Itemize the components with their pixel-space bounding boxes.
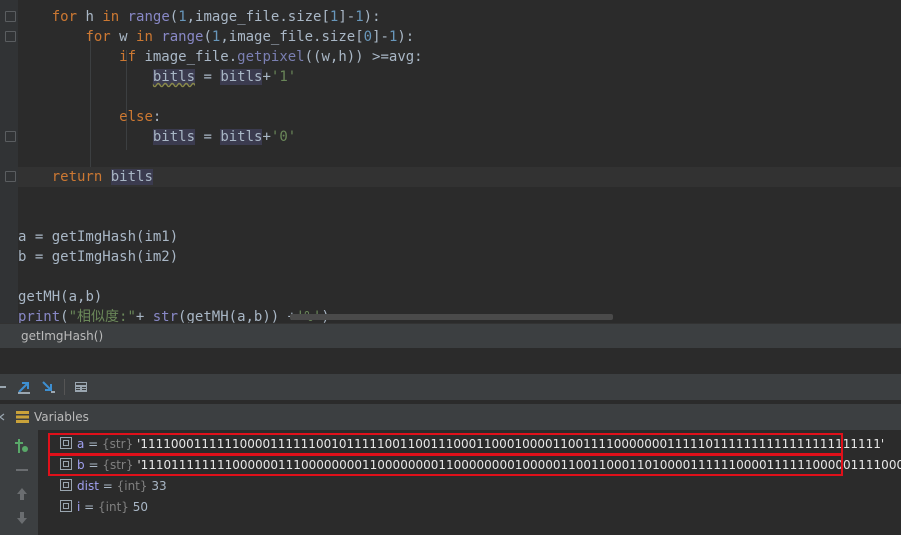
editor-gutter xyxy=(0,0,18,323)
code-line: print("相似度:"+ str(getMH(a,b)) +'%') xyxy=(18,309,330,323)
code-line: for h in range(1,image_file.size[1]-1): xyxy=(51,9,381,25)
int-variable-icon xyxy=(60,479,72,491)
move-up-icon[interactable] xyxy=(14,486,30,502)
code-line: for w in range(1,image_file.size[0]-1): xyxy=(85,29,415,45)
highlight-box-b xyxy=(48,454,843,476)
fold-marker-icon[interactable] xyxy=(5,131,16,142)
code-line: b = getImgHash(im2) xyxy=(18,249,179,265)
code-line: bitls = bitls+'1' xyxy=(152,69,297,85)
code-editor[interactable]: for h in range(1,image_file.size[1]-1): … xyxy=(0,0,901,323)
code-line: getMH(a,b) xyxy=(18,289,103,305)
move-down-icon[interactable] xyxy=(14,510,30,526)
panel-menu-icon[interactable] xyxy=(0,413,10,421)
variables-panel-header: Variables xyxy=(0,403,901,431)
code-line-current: return bitls xyxy=(18,167,901,187)
toolbar-separator xyxy=(64,379,65,395)
highlight-box-a xyxy=(48,433,843,455)
step-icon[interactable] xyxy=(0,379,16,395)
fold-marker-icon[interactable] xyxy=(5,31,16,42)
horizontal-scrollbar[interactable] xyxy=(290,314,613,320)
fold-marker-icon[interactable] xyxy=(5,11,16,22)
step-out-icon[interactable] xyxy=(16,379,32,395)
debug-toolbar xyxy=(0,374,901,400)
debug-panel-spacer xyxy=(0,348,901,374)
code-line: a = getImgHash(im1) xyxy=(18,229,179,245)
int-variable-icon xyxy=(60,500,72,512)
panel-title: Variables xyxy=(34,410,89,424)
variable-row-dist[interactable]: dist = {int} 33 xyxy=(60,477,167,495)
fold-marker-icon[interactable] xyxy=(5,171,16,182)
breadcrumb[interactable]: getImgHash() xyxy=(0,323,901,349)
breadcrumb-item[interactable]: getImgHash() xyxy=(21,329,103,343)
evaluate-expression-icon[interactable] xyxy=(73,379,89,395)
code-line: bitls = bitls+'0' xyxy=(152,129,297,145)
variables-icon xyxy=(16,411,29,423)
variables-side-toolbar xyxy=(0,430,39,535)
remove-watch-icon[interactable] xyxy=(14,462,30,478)
new-watch-icon[interactable] xyxy=(14,438,30,454)
code-line: if image_file.getpixel((w,h)) >=avg: xyxy=(119,49,423,65)
step-into-icon[interactable] xyxy=(40,379,56,395)
code-line: else: xyxy=(119,109,162,125)
variable-row-i[interactable]: i = {int} 50 xyxy=(60,498,148,516)
